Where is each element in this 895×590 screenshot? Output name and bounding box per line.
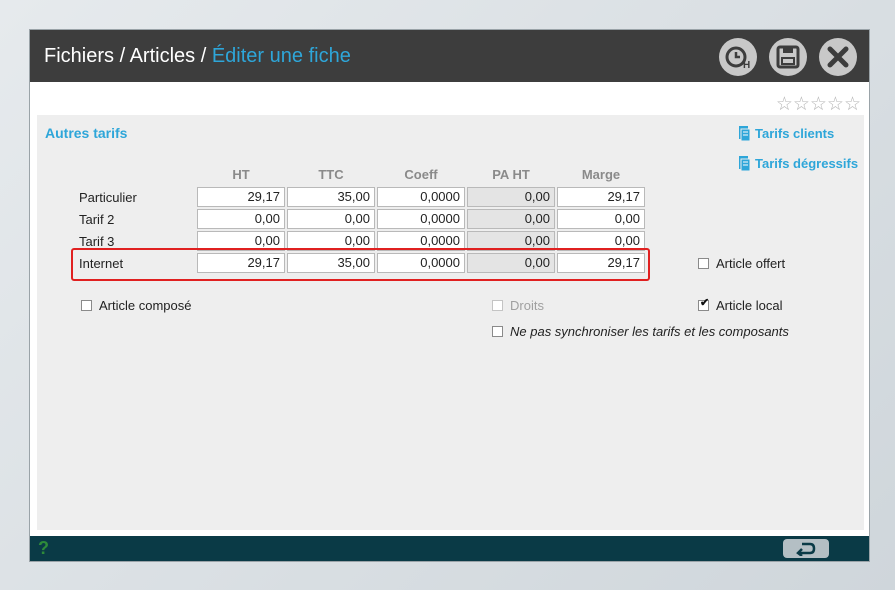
checkbox-box[interactable] [492,326,503,337]
tarif2-coeff-input[interactable]: 0,0000 [377,209,465,229]
return-arrow-icon [796,542,816,556]
internet-pa-ht-value: 0,00 [467,253,555,273]
tarif2-marge-input[interactable]: 0,00 [557,209,645,229]
breadcrumb-current: Éditer une fiche [211,45,351,67]
article-compose-label: Article composé [99,298,192,313]
tarif2-ht-input[interactable]: 0,00 [197,209,285,229]
particulier-coeff-input[interactable]: 0,0000 [377,187,465,207]
column-header-ttc: TTC [318,167,344,182]
internet-ht-input[interactable]: 29,17 [197,253,285,273]
row-label-particulier: Particulier [79,190,137,205]
row-label-tarif-3: Tarif 3 [79,234,115,249]
row-label-internet: Internet [79,256,124,271]
particulier-pa-ht-value: 0,00 [467,187,555,207]
checkbox-box[interactable]: ✔ [698,297,710,311]
tarif2-pa-ht-value: 0,00 [467,209,555,229]
internet-coeff-input[interactable]: 0,0000 [377,253,465,273]
tarifs-degressifs-link[interactable]: Tarifs dégressifs [738,155,858,172]
column-header-pa-ht: PA HT [492,167,530,182]
checkbox-box [492,300,503,311]
droits-label: Droits [510,298,544,313]
tarifs-clients-link[interactable]: Tarifs clients [738,125,834,142]
no-sync-label: Ne pas synchroniser les tarifs et les co… [510,324,789,339]
row-label-tarif-2: Tarif 2 [79,212,115,227]
save-button[interactable] [769,38,807,76]
help-button[interactable]: ? [38,538,49,559]
column-header-ht: HT [232,167,250,182]
internet-ttc-input[interactable]: 35,00 [287,253,375,273]
article-local-checkbox[interactable]: ✔ Article local [698,298,782,313]
droits-checkbox: Droits [492,298,544,313]
back-button[interactable] [783,539,829,558]
column-header-coeff: Coeff [404,167,438,182]
breadcrumb-articles[interactable]: Articles [130,45,196,67]
save-icon [776,45,800,69]
article-compose-checkbox[interactable]: Article composé [81,298,191,313]
checkmark-icon: ✔ [700,297,710,309]
article-offert-checkbox[interactable]: Article offert [698,256,785,271]
tarifs-degressifs-label: Tarifs dégressifs [755,156,859,171]
edit-article-window: Fichiers / Articles / Éditer une fiche H… [29,29,870,562]
particulier-marge-input[interactable]: 29,17 [557,187,645,207]
article-offert-label: Article offert [716,256,786,271]
footer-bar: ? [30,536,869,561]
no-sync-checkbox[interactable]: Ne pas synchroniser les tarifs et les co… [492,324,789,339]
document-icon [739,126,751,142]
history-button[interactable]: H [719,38,757,76]
section-title: Autres tarifs [45,125,128,141]
tarif2-ttc-input[interactable]: 0,00 [287,209,375,229]
breadcrumb: Fichiers / Articles / Éditer une fiche [44,45,351,67]
title-bar: Fichiers / Articles / Éditer une fiche H [30,30,869,82]
breadcrumb-fichiers[interactable]: Fichiers [44,45,114,67]
checkbox-box[interactable] [698,258,709,269]
close-icon [827,46,849,68]
svg-text:H: H [743,60,750,71]
autres-tarifs-panel: Autres tarifs Tarifs clients Tarifs dégr… [37,115,864,530]
close-button[interactable] [819,38,857,76]
article-local-label: Article local [716,298,783,313]
checkbox-box[interactable] [81,300,92,311]
particulier-ht-input[interactable]: 29,17 [197,187,285,207]
history-icon: H [725,46,750,71]
particulier-ttc-input[interactable]: 35,00 [287,187,375,207]
internet-marge-input[interactable]: 29,17 [557,253,645,273]
rating-stars[interactable]: ☆☆☆☆☆ [776,93,861,116]
document-icon [739,156,751,172]
column-header-marge: Marge [581,167,621,182]
tarifs-clients-label: Tarifs clients [755,126,835,141]
